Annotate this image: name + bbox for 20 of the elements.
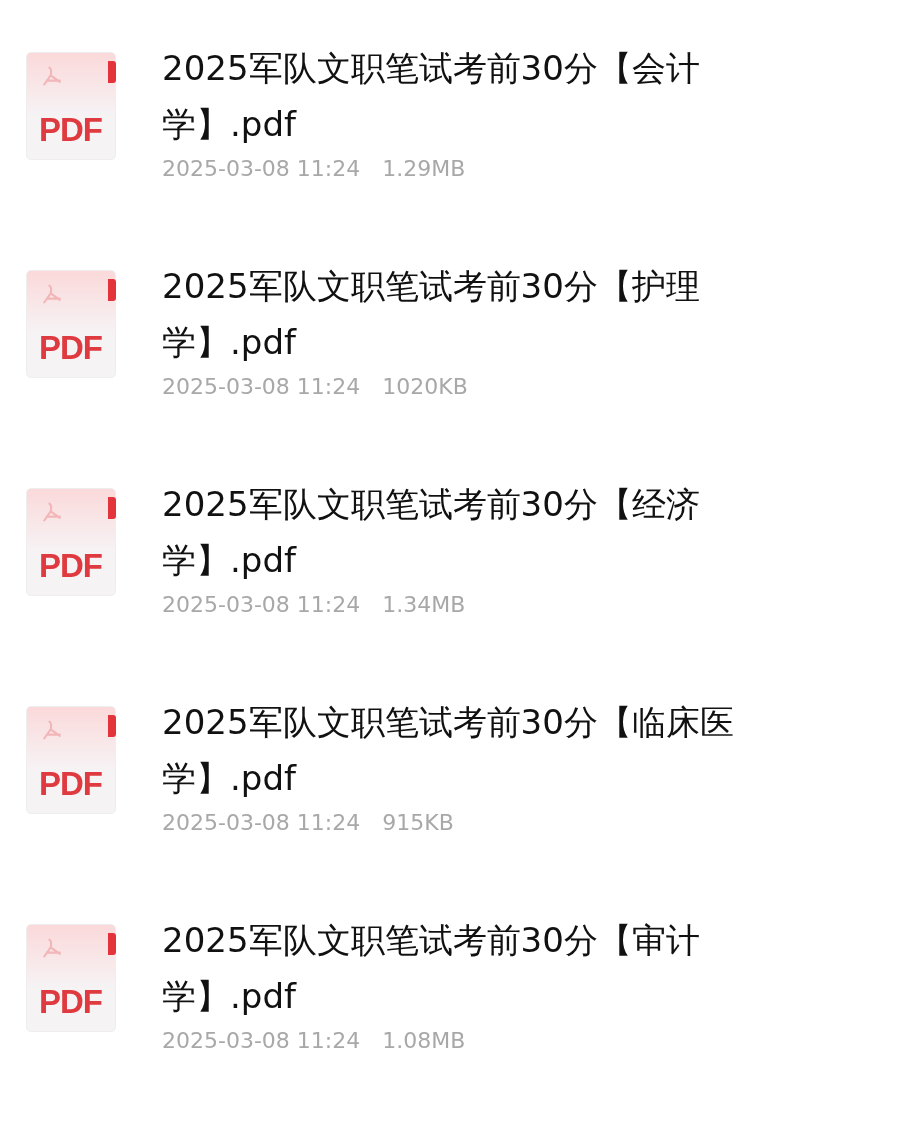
file-size: 1.29MB: [382, 156, 466, 181]
file-date: 2025-03-08 11:24: [162, 156, 361, 181]
file-date: 2025-03-08 11:24: [162, 592, 361, 617]
file-name[interactable]: 2025军队文职笔试考前30分【会计学】.pdf: [162, 40, 812, 152]
pdf-file-icon: PDF: [26, 52, 116, 160]
pdf-file-icon: PDF: [26, 924, 116, 1032]
file-name[interactable]: 2025军队文职笔试考前30分【审计学】.pdf: [162, 912, 812, 1024]
file-name[interactable]: 2025军队文职笔试考前30分【护理学】.pdf: [162, 258, 812, 370]
file-name[interactable]: 2025军队文职笔试考前30分【临床医学】.pdf: [162, 694, 812, 806]
pdf-file-icon: PDF: [26, 488, 116, 596]
pdf-file-icon: PDF: [26, 270, 116, 378]
file-date: 2025-03-08 11:24: [162, 1028, 361, 1053]
file-size: 915KB: [382, 810, 454, 835]
pdf-file-icon: PDF: [26, 706, 116, 814]
file-size: 1020KB: [382, 374, 468, 399]
file-size: 1.08MB: [382, 1028, 466, 1053]
file-date: 2025-03-08 11:24: [162, 810, 361, 835]
file-size: 1.34MB: [382, 592, 466, 617]
file-name[interactable]: 2025军队文职笔试考前30分【经济学】.pdf: [162, 476, 812, 588]
file-date: 2025-03-08 11:24: [162, 374, 361, 399]
